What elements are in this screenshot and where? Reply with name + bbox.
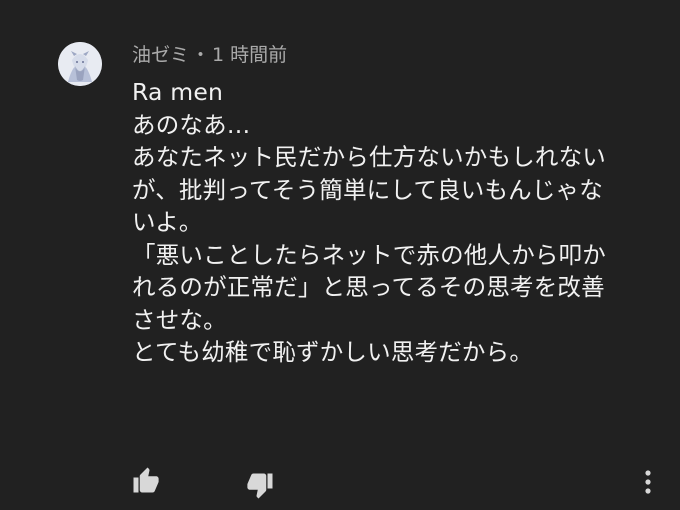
like-button[interactable] <box>126 460 166 500</box>
comment-timestamp[interactable]: 1 時間前 <box>212 44 287 66</box>
more-options-button[interactable] <box>628 462 668 502</box>
comment-meta: 油ゼミ・ 1 時間前 <box>132 41 287 69</box>
thumbs-down-icon <box>247 473 273 499</box>
comment-line: が、批判ってそう簡単にして良いもんじゃな <box>132 175 603 204</box>
meta-separator: ・ <box>191 44 211 66</box>
comment-line: いよ。 <box>132 208 203 236</box>
comment-line: Ra men <box>132 78 224 106</box>
comment-line: させな。 <box>132 305 227 334</box>
comment-thread: 油ゼミ・ 1 時間前 Ra men あのなあ… あなたネット民だから仕方ないかもし… <box>0 0 680 510</box>
dislike-button[interactable] <box>240 466 280 506</box>
comment-body: Ra men あのなあ… あなたネット民だから仕方ないかもしれない が、批判って… <box>132 76 652 369</box>
avatar-illustration-icon <box>58 42 102 86</box>
comment-line: れるのが正常だ」と思ってるその思考を改善 <box>132 273 605 301</box>
comment-line: とても幼稚で恥ずかしい思考だから。 <box>132 338 534 366</box>
comment-line: あのなあ… <box>132 110 251 139</box>
comment-line: 「悪いことしたらネットで赤の他人から叩か <box>132 240 606 269</box>
thumbs-up-icon <box>133 467 159 493</box>
more-vertical-icon <box>645 470 651 494</box>
author-name[interactable]: 油ゼミ <box>132 44 189 66</box>
avatar[interactable] <box>58 42 102 86</box>
comment-actions <box>0 460 680 504</box>
comment-line: あなたネット民だから仕方ないかもしれない <box>132 143 606 171</box>
